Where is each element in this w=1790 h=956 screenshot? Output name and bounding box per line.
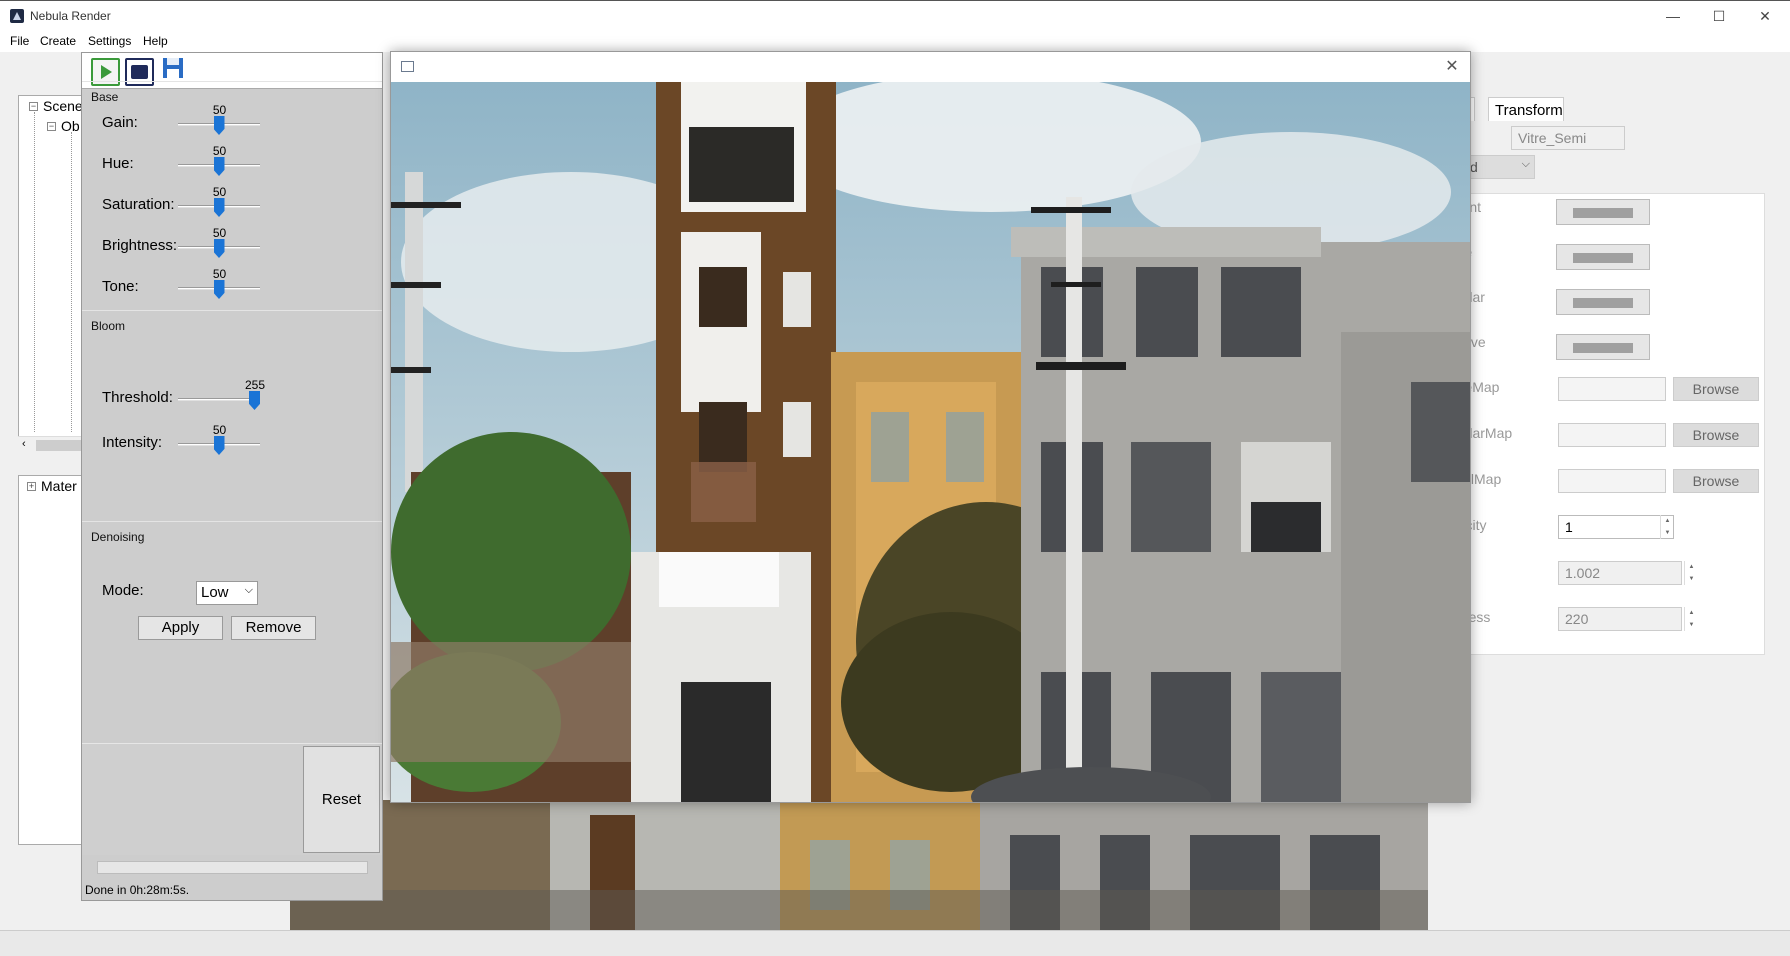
- browse-specularmap-button[interactable]: Browse: [1673, 423, 1759, 447]
- viewport-render-back: [290, 800, 1428, 930]
- title-bar: Nebula Render — ☐ ✕: [0, 0, 1790, 30]
- remove-button[interactable]: Remove: [231, 616, 316, 640]
- menu-file[interactable]: File: [6, 32, 33, 50]
- bloom-value: 50: [212, 423, 227, 437]
- base-value: 50: [212, 226, 227, 240]
- tree-scene-node[interactable]: Scene: [43, 98, 83, 114]
- specular-color-swatch[interactable]: [1556, 289, 1650, 315]
- collapse-icon[interactable]: −: [47, 122, 56, 131]
- base-value: 50: [212, 185, 227, 199]
- status-bar: [0, 930, 1790, 956]
- mode-select[interactable]: Low ⌵: [196, 581, 258, 605]
- save-icon: [163, 58, 183, 78]
- app-title: Nebula Render: [30, 9, 111, 23]
- render-window: ✕: [390, 51, 1471, 803]
- window-icon: [401, 61, 414, 72]
- render-window-close-button[interactable]: ✕: [1440, 55, 1464, 79]
- menu-bar: File Create Settings Help: [0, 30, 1790, 52]
- expand-icon[interactable]: +: [27, 482, 36, 491]
- base-label: Saturation:: [102, 196, 175, 213]
- apply-button[interactable]: Apply: [138, 616, 223, 640]
- material-properties: mbient iffuse pecular missive iffuseMap …: [1435, 193, 1765, 655]
- mode-select-value: Low: [201, 584, 229, 601]
- emissive-color-swatch[interactable]: [1556, 334, 1650, 360]
- menu-help[interactable]: Help: [139, 32, 172, 50]
- render-progress-bar: [97, 861, 368, 874]
- base-label: Tone:: [102, 278, 139, 295]
- bloom-section: Bloom: [82, 310, 382, 520]
- postprocess-panel: Base Bloom Denoising Mode: Low ⌵ Apply R…: [81, 52, 383, 901]
- base-value: 50: [212, 267, 227, 281]
- bloom-label: Intensity:: [102, 434, 163, 451]
- viewport-render-back-image: [290, 800, 1428, 930]
- base-label: Hue:: [102, 155, 134, 172]
- ambient-color-swatch[interactable]: [1556, 199, 1650, 225]
- base-value: 50: [212, 144, 227, 158]
- tab-transform[interactable]: Transform: [1488, 97, 1564, 121]
- minimize-button[interactable]: —: [1650, 1, 1696, 31]
- base-label: Gain:: [102, 114, 138, 131]
- app-logo-icon: [10, 9, 24, 23]
- opacity-input[interactable]: 1: [1558, 515, 1674, 539]
- rendered-street-scene: [391, 82, 1470, 802]
- base-section-title: Base: [91, 90, 119, 104]
- ior-input[interactable]: 1.002: [1558, 561, 1682, 585]
- status-text: Done in 0h:28m:5s.: [85, 883, 190, 897]
- browse-normalmap-button[interactable]: Browse: [1673, 469, 1759, 493]
- diffusemap-field[interactable]: [1558, 377, 1666, 401]
- diffuse-color-swatch[interactable]: [1556, 244, 1650, 270]
- base-value: 50: [212, 103, 227, 117]
- chevron-down-icon: ⌵: [1521, 158, 1530, 170]
- rendered-image: [391, 82, 1470, 802]
- tree-guide-line: [34, 112, 35, 432]
- reset-button[interactable]: Reset: [303, 746, 380, 853]
- name-field[interactable]: Vitre_Semi: [1511, 126, 1625, 150]
- ior-spinner[interactable]: ▲ ▼: [1684, 561, 1698, 585]
- normalmap-field[interactable]: [1558, 469, 1666, 493]
- denoising-section: Denoising Mode: Low ⌵ Apply Remove: [82, 521, 382, 741]
- base-label: Brightness:: [102, 237, 178, 254]
- opacity-spinner[interactable]: ▲ ▼: [1660, 515, 1674, 539]
- shininess-spinner[interactable]: ▲ ▼: [1684, 607, 1698, 631]
- shininess-input[interactable]: 220: [1558, 607, 1682, 631]
- bloom-slider[interactable]: [178, 398, 260, 401]
- properties-panel: e Transform me Vitre_Semi ndard⌵ mbient …: [1435, 95, 1790, 930]
- close-button[interactable]: ✕: [1742, 1, 1788, 31]
- specularmap-field[interactable]: [1558, 423, 1666, 447]
- render-window-titlebar[interactable]: ✕: [391, 52, 1470, 82]
- tree-materials-node[interactable]: Mater: [41, 478, 77, 494]
- denoising-section-title: Denoising: [91, 530, 145, 544]
- scroll-left-icon[interactable]: ‹: [22, 438, 26, 450]
- menu-settings[interactable]: Settings: [84, 32, 135, 50]
- browse-diffusemap-button[interactable]: Browse: [1673, 377, 1759, 401]
- menu-create[interactable]: Create: [36, 32, 80, 50]
- maximize-button[interactable]: ☐: [1696, 1, 1742, 31]
- bloom-label: Threshold:: [102, 389, 173, 406]
- reset-area: Reset: [82, 743, 382, 855]
- save-button[interactable]: [162, 57, 184, 79]
- chevron-down-icon: ⌵: [244, 584, 253, 596]
- mode-label: Mode:: [102, 582, 144, 599]
- bloom-value: 255: [244, 378, 266, 392]
- bloom-section-title: Bloom: [91, 319, 126, 333]
- collapse-icon[interactable]: −: [29, 102, 38, 111]
- tree-guide-line: [71, 132, 72, 432]
